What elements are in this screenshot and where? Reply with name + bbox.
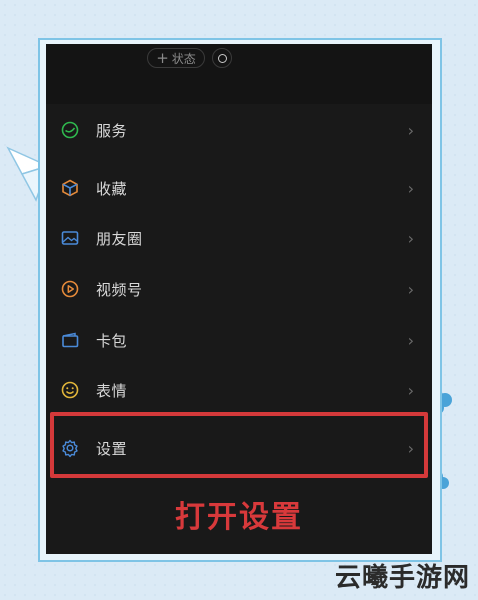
chevron-right-icon: › (407, 120, 414, 140)
plus-icon: + (156, 48, 169, 67)
status-label: 状态 (171, 51, 196, 66)
service-icon (60, 120, 80, 140)
menu-item-label: 服务 (96, 121, 128, 140)
add-status-button[interactable]: + 状态 (147, 48, 205, 68)
chevron-right-icon: › (407, 228, 414, 248)
play-icon (60, 279, 80, 299)
menu-item-label: 视频号 (96, 280, 143, 299)
site-watermark: 云曦手游网 (334, 563, 470, 593)
menu-item-label: 表情 (96, 381, 128, 400)
menu-item-cards[interactable]: 卡包 › (46, 317, 432, 363)
menu-item-stickers[interactable]: 表情 › (46, 367, 432, 413)
phone-screen: + 状态 服务 › 收藏 › 朋友圈 › 视频号 › 卡包 › 表情 › 设置 … (46, 44, 432, 554)
menu-item-moments[interactable]: 朋友圈 › (46, 215, 432, 261)
chevron-right-icon: › (407, 178, 414, 198)
settings-highlight-box (50, 412, 428, 478)
status-header: + 状态 (46, 44, 432, 104)
menu-item-label: 卡包 (96, 331, 128, 350)
menu-item-label: 朋友圈 (96, 229, 143, 248)
menu-item-service[interactable]: 服务 › (46, 107, 432, 153)
wallet-icon (60, 330, 80, 350)
smile-icon (60, 380, 80, 400)
chevron-right-icon: › (407, 380, 414, 400)
menu-item-label: 收藏 (96, 179, 128, 198)
menu-item-favorites[interactable]: 收藏 › (46, 165, 432, 211)
image-icon (60, 228, 80, 248)
cube-icon (60, 178, 80, 198)
chevron-right-icon: › (407, 330, 414, 350)
menu-item-channels[interactable]: 视频号 › (46, 266, 432, 312)
instruction-caption: 打开设置 (175, 500, 303, 535)
status-ring-button[interactable] (212, 48, 232, 68)
chevron-right-icon: › (407, 279, 414, 299)
ring-icon (217, 53, 227, 63)
